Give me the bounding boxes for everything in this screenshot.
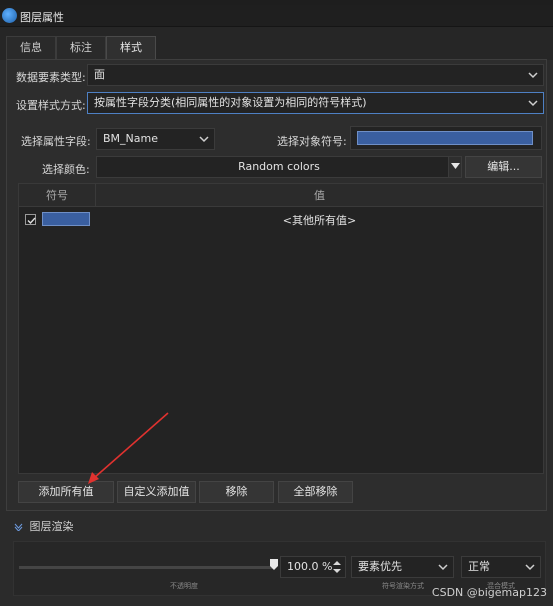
- opacity-value: 100.0 %: [287, 560, 333, 573]
- symbol-label: 选择对象符号:: [277, 135, 347, 148]
- window-title: 图层属性: [20, 11, 64, 24]
- render-mode-select[interactable]: 要素优先: [351, 556, 454, 578]
- symbol-swatch: [357, 131, 533, 145]
- opacity-slider-thumb[interactable]: [270, 559, 278, 570]
- edit-button[interactable]: 编辑...: [465, 156, 542, 178]
- chevron-down-icon: [14, 523, 23, 532]
- element-type-label: 数据要素类型:: [16, 71, 86, 84]
- remove-button[interactable]: 移除: [199, 481, 274, 503]
- style-mode-select[interactable]: 按属性字段分类(相同属性的对象设置为相同的符号样式): [87, 92, 544, 114]
- layer-render-section-header[interactable]: 图层渲染: [14, 518, 74, 534]
- spin-arrows-icon[interactable]: [333, 560, 341, 574]
- table-header: 符号 值: [19, 184, 543, 207]
- row-checkbox[interactable]: [25, 214, 36, 225]
- color-value: Random colors: [238, 160, 320, 173]
- render-mode-label: 符号渲染方式: [382, 582, 424, 590]
- style-mode-label: 设置样式方式:: [16, 99, 86, 112]
- caret-down-icon: [451, 163, 460, 169]
- watermark-text: CSDN @bigemap123: [431, 586, 547, 599]
- field-value: BM_Name: [103, 132, 158, 145]
- chevron-down-icon: [438, 564, 448, 571]
- tab-style[interactable]: 样式: [106, 36, 156, 60]
- add-all-values-button[interactable]: 添加所有值: [18, 481, 114, 503]
- chevron-down-icon: [199, 136, 209, 143]
- opacity-label: 不透明度: [170, 582, 198, 590]
- app-logo-icon: [2, 8, 17, 23]
- symbol-table: 符号 值 <其他所有值>: [18, 183, 544, 474]
- element-type-select[interactable]: 面: [87, 64, 544, 86]
- chevron-down-icon: [525, 564, 535, 571]
- render-mode-value: 要素优先: [358, 560, 402, 573]
- field-select[interactable]: BM_Name: [96, 128, 215, 150]
- checkmark-icon: [27, 217, 36, 225]
- title-bar: 图层属性: [0, 5, 553, 27]
- row-symbol-swatch[interactable]: [42, 212, 90, 226]
- element-type-value: 面: [94, 68, 105, 81]
- color-select[interactable]: Random colors: [96, 156, 462, 178]
- chevron-down-icon: [528, 72, 538, 79]
- table-row[interactable]: <其他所有值>: [19, 208, 543, 230]
- layer-render-title: 图层渲染: [29, 520, 74, 533]
- chevron-down-icon: [528, 100, 538, 107]
- style-mode-value: 按属性字段分类(相同属性的对象设置为相同的符号样式): [94, 96, 367, 109]
- row-value: <其他所有值>: [282, 214, 357, 227]
- tab-info[interactable]: 信息: [6, 36, 56, 60]
- blend-mode-select[interactable]: 正常: [461, 556, 541, 578]
- field-label: 选择属性字段:: [21, 135, 91, 148]
- opacity-spinbox[interactable]: 100.0 %: [280, 556, 346, 578]
- tab-bar: 信息 标注 样式: [0, 27, 553, 60]
- column-header-symbol: 符号: [19, 184, 96, 207]
- opacity-slider-track[interactable]: [19, 566, 273, 569]
- color-label: 选择颜色:: [42, 163, 90, 176]
- custom-add-value-button[interactable]: 自定义添加值: [117, 481, 196, 503]
- symbol-picker[interactable]: [350, 126, 542, 150]
- blend-mode-value: 正常: [468, 560, 490, 573]
- remove-all-button[interactable]: 全部移除: [278, 481, 353, 503]
- tab-label[interactable]: 标注: [56, 36, 106, 60]
- column-header-value: 值: [314, 189, 325, 202]
